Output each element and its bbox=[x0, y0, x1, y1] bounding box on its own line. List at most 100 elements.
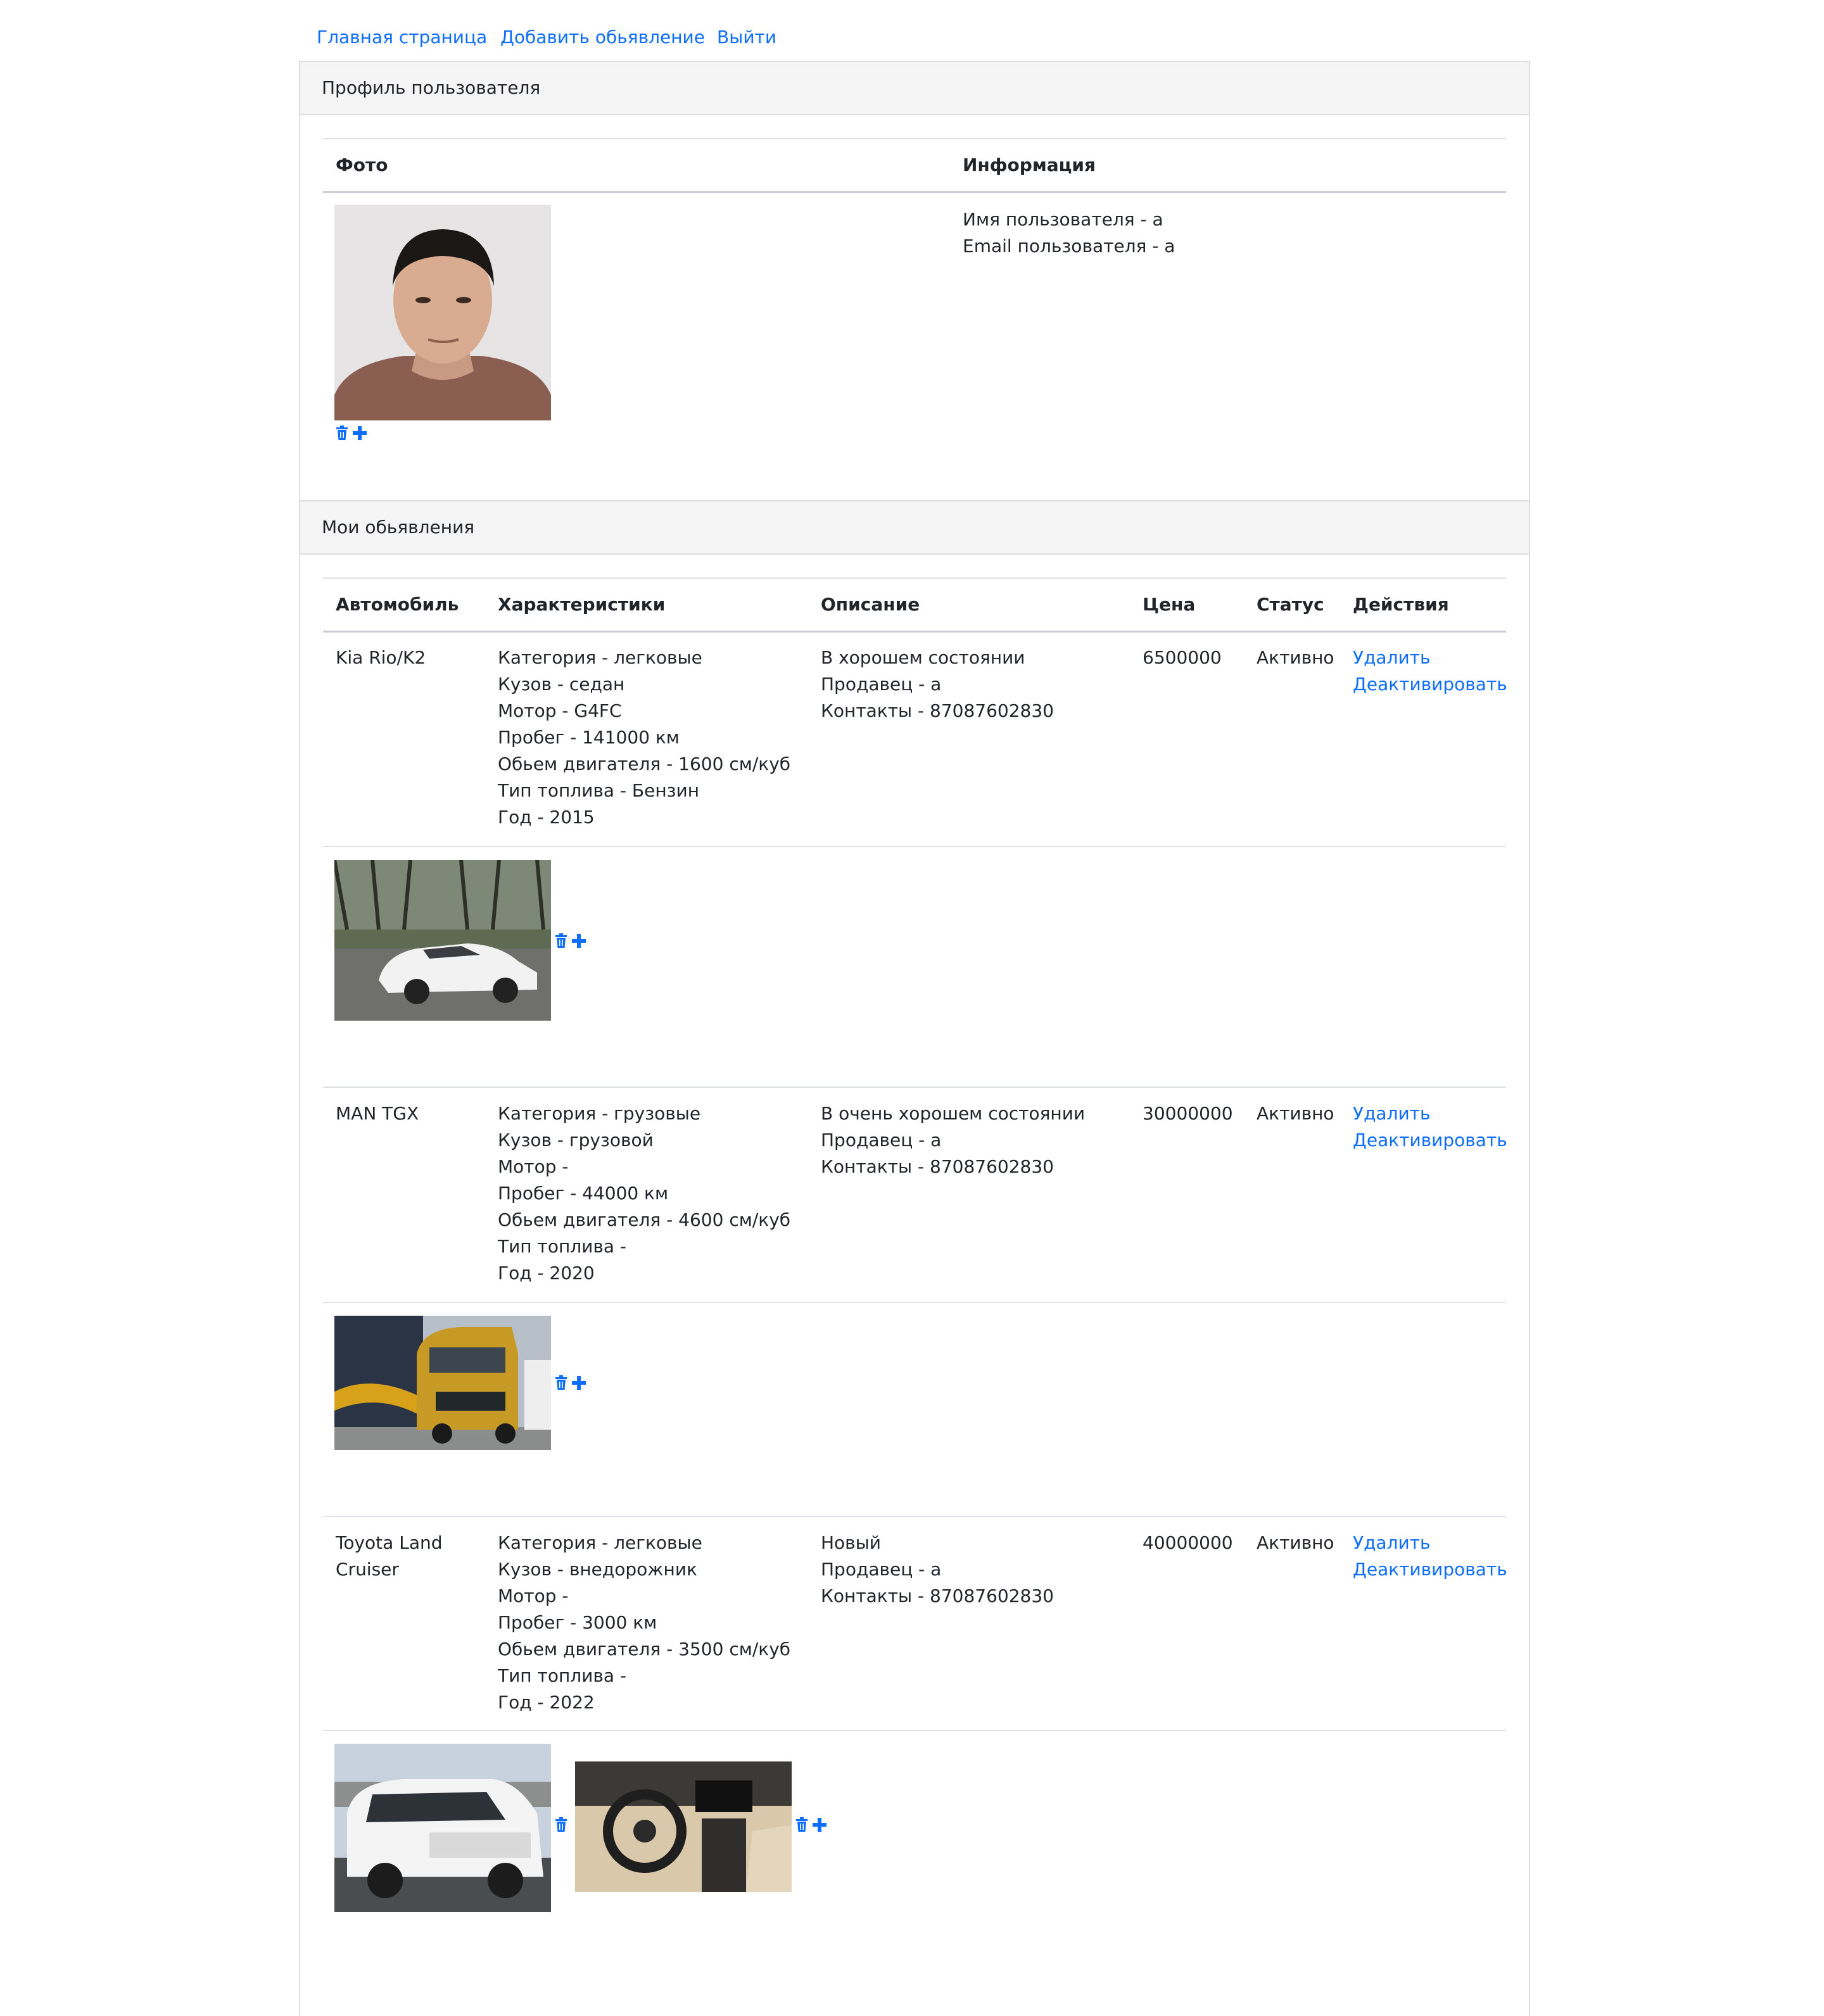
table-header-border bbox=[323, 191, 1506, 193]
delete-ad-link[interactable]: Удалить bbox=[1353, 1530, 1507, 1556]
plus-icon[interactable] bbox=[571, 1375, 586, 1390]
row-divider bbox=[323, 1730, 1506, 1731]
table-row-car: Kia Rio/K2 bbox=[336, 647, 426, 668]
col-header-price: Цена bbox=[1143, 594, 1196, 615]
profile-card-header: Профиль пользователя bbox=[300, 62, 1529, 115]
car-name-line: Toyota Land bbox=[336, 1532, 443, 1553]
spec-line: Год - 2022 bbox=[498, 1692, 595, 1713]
deactivate-ad-link[interactable]: Деактивировать bbox=[1353, 1127, 1507, 1154]
car-photo-toyota-interior bbox=[575, 1761, 792, 1892]
avatar-actions bbox=[336, 425, 367, 441]
spec-line: Пробег - 44000 км bbox=[498, 1183, 669, 1204]
spec-line: Год - 2020 bbox=[498, 1263, 595, 1283]
nav-logout-link[interactable]: Выйти bbox=[717, 27, 776, 47]
row-divider bbox=[323, 1516, 1506, 1517]
ads-card: Мои обьявления Автомобиль Характеристики… bbox=[299, 500, 1530, 2016]
table-row-status: Активно bbox=[1257, 1532, 1334, 1553]
car-name-line: Cruiser bbox=[336, 1559, 399, 1580]
spec-line: Обьем двигателя - 4600 см/куб bbox=[498, 1209, 791, 1230]
table-row-description: Новый Продавец - a Контакты - 8708760283… bbox=[821, 1530, 1054, 1610]
spec-line: Кузов - внедорожник bbox=[498, 1559, 697, 1580]
spec-line: Категория - легковые bbox=[498, 647, 702, 668]
plus-icon[interactable] bbox=[571, 933, 586, 948]
row-divider bbox=[323, 1087, 1506, 1088]
table-row-specs: Категория - легковые Кузов - седан Мотор… bbox=[498, 645, 790, 831]
spec-line: Тип топлива - Бензин bbox=[498, 780, 700, 801]
table-header-border bbox=[323, 631, 1506, 633]
car-photo-actions bbox=[795, 1817, 827, 1832]
profile-card: Профиль пользователя Фото Информация Имя… bbox=[299, 61, 1530, 501]
plus-icon[interactable] bbox=[812, 1817, 827, 1832]
col-header-car: Автомобиль bbox=[336, 594, 459, 615]
email-text: Email пользователя - a bbox=[963, 236, 1175, 256]
description-line: В хорошем состоянии bbox=[821, 647, 1025, 668]
plus-icon[interactable] bbox=[352, 425, 367, 441]
description-line: Контакты - 87087602830 bbox=[821, 1156, 1054, 1177]
car-photo-actions bbox=[555, 1375, 586, 1390]
spec-line: Обьем двигателя - 3500 см/куб bbox=[498, 1639, 791, 1660]
col-header-info: Информация bbox=[963, 154, 1096, 175]
table-row-description: В хорошем состоянии Продавец - a Контакт… bbox=[821, 645, 1054, 724]
spec-line: Категория - легковые bbox=[498, 1532, 702, 1553]
description-line: Продавец - a bbox=[821, 674, 942, 695]
row-divider bbox=[323, 1302, 1506, 1303]
nav-add-ad-link[interactable]: Добавить обьявление bbox=[500, 27, 705, 47]
table-row-car: Toyota Land Cruiser bbox=[336, 1530, 443, 1583]
spec-line: Год - 2015 bbox=[498, 807, 595, 828]
table-row-description: В очень хорошем состоянии Продавец - a К… bbox=[821, 1100, 1085, 1180]
deactivate-ad-link[interactable]: Деактивировать bbox=[1353, 671, 1507, 698]
table-row-status: Активно bbox=[1257, 647, 1334, 668]
table-row-specs: Категория - грузовые Кузов - грузовой Мо… bbox=[498, 1100, 790, 1287]
deactivate-ad-link[interactable]: Деактивировать bbox=[1353, 1556, 1507, 1583]
user-info: Имя пользователя - a Email пользователя … bbox=[963, 206, 1175, 260]
delete-ad-link[interactable]: Удалить bbox=[1353, 1100, 1507, 1127]
spec-line: Мотор - bbox=[498, 1156, 569, 1177]
car-photo-actions bbox=[555, 933, 586, 948]
col-header-actions: Действия bbox=[1353, 594, 1449, 615]
trash-icon[interactable] bbox=[795, 1817, 808, 1832]
spec-line: Мотор - bbox=[498, 1585, 569, 1606]
spec-line: Обьем двигателя - 1600 см/куб bbox=[498, 753, 791, 774]
spec-line: Тип топлива - bbox=[498, 1665, 627, 1686]
table-top-border bbox=[323, 577, 1506, 579]
spec-line: Пробег - 3000 км bbox=[498, 1612, 657, 1633]
col-header-photo: Фото bbox=[336, 154, 388, 175]
description-line: Контакты - 87087602830 bbox=[821, 700, 1054, 721]
description-line: Новый bbox=[821, 1532, 881, 1553]
spec-line: Мотор - G4FC bbox=[498, 700, 622, 721]
trash-icon[interactable] bbox=[555, 1375, 567, 1390]
table-row-specs: Категория - легковые Кузов - внедорожник… bbox=[498, 1530, 790, 1716]
username-text: Имя пользователя - a bbox=[963, 209, 1163, 230]
trash-icon[interactable] bbox=[555, 1817, 567, 1832]
description-line: В очень хорошем состоянии bbox=[821, 1103, 1086, 1124]
spec-line: Кузов - седан bbox=[498, 674, 625, 695]
car-photo-man bbox=[334, 1316, 551, 1450]
table-row-car: MAN TGX bbox=[336, 1103, 419, 1124]
car-photo-toyota-exterior bbox=[334, 1744, 551, 1912]
table-top-border bbox=[323, 138, 1506, 139]
table-row-price: 40000000 bbox=[1143, 1532, 1233, 1553]
car-photo-kia bbox=[334, 860, 551, 1021]
trash-icon[interactable] bbox=[555, 933, 567, 948]
table-row-actions: Удалить Деактивировать bbox=[1353, 1530, 1507, 1583]
table-row-price: 6500000 bbox=[1143, 647, 1222, 668]
col-header-status: Статус bbox=[1257, 594, 1324, 615]
spec-line: Категория - грузовые bbox=[498, 1103, 701, 1124]
user-avatar bbox=[334, 205, 551, 420]
col-header-specs: Характеристики bbox=[498, 594, 666, 615]
delete-ad-link[interactable]: Удалить bbox=[1353, 645, 1507, 671]
spec-line: Кузов - грузовой bbox=[498, 1130, 654, 1150]
nav-home-link[interactable]: Главная страница bbox=[317, 27, 487, 47]
spec-line: Пробег - 141000 км bbox=[498, 727, 680, 748]
trash-icon[interactable] bbox=[336, 425, 348, 441]
spec-line: Тип топлива - bbox=[498, 1236, 627, 1257]
table-row-price: 30000000 bbox=[1143, 1103, 1233, 1124]
row-divider bbox=[323, 846, 1506, 847]
car-photo-actions bbox=[555, 1817, 567, 1832]
table-row-status: Активно bbox=[1257, 1103, 1334, 1124]
col-header-description: Описание bbox=[821, 594, 920, 615]
table-row-actions: Удалить Деактивировать bbox=[1353, 645, 1507, 698]
description-line: Продавец - a bbox=[821, 1130, 942, 1150]
description-line: Контакты - 87087602830 bbox=[821, 1585, 1054, 1606]
ads-card-header: Мои обьявления bbox=[300, 501, 1529, 555]
